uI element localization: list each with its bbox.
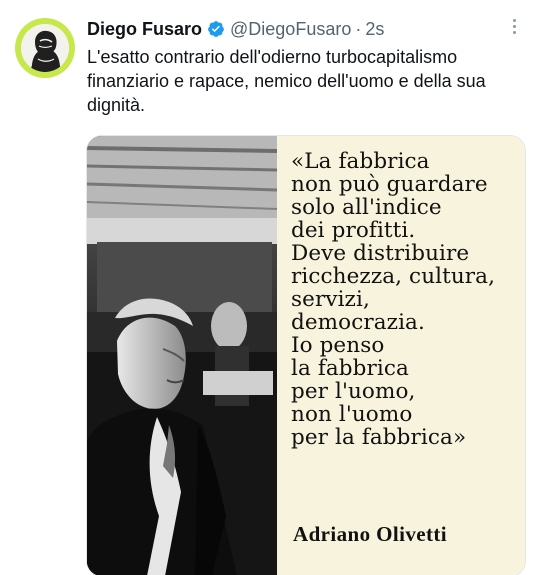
author-name[interactable]: Diego Fusaro: [87, 19, 202, 40]
olivetti-photo-illustration: [87, 136, 278, 575]
avatar-portrait: [21, 24, 69, 72]
olivetti-photo: [87, 136, 278, 575]
more-options-icon[interactable]: [504, 16, 524, 42]
avatar-image: [21, 24, 69, 72]
tweet-text: L'esatto contrario dell'odierno turbocap…: [87, 47, 486, 115]
tweet-image[interactable]: «La fabbrica non può guardare solo all'i…: [86, 135, 526, 575]
quote-panel: «La fabbrica non può guardare solo all'i…: [277, 136, 525, 575]
quote-author: Adriano Olivetti: [293, 522, 447, 546]
olivetti-quote: «La fabbrica non può guardare solo all'i…: [291, 149, 496, 450]
header-separator: ·: [355, 18, 362, 39]
avatar[interactable]: [15, 18, 75, 78]
tweet-timestamp[interactable]: 2s: [365, 19, 384, 40]
author-handle[interactable]: @DiegoFusaro: [230, 19, 351, 40]
verified-badge-icon: [208, 21, 224, 37]
tweet-card[interactable]: Diego Fusaro @DiegoFusaro · 2s L'esatto …: [0, 0, 540, 575]
tweet-header: Diego Fusaro @DiegoFusaro · 2s: [87, 14, 517, 44]
tweet-screenshot: Diego Fusaro @DiegoFusaro · 2s L'esatto …: [0, 0, 540, 575]
